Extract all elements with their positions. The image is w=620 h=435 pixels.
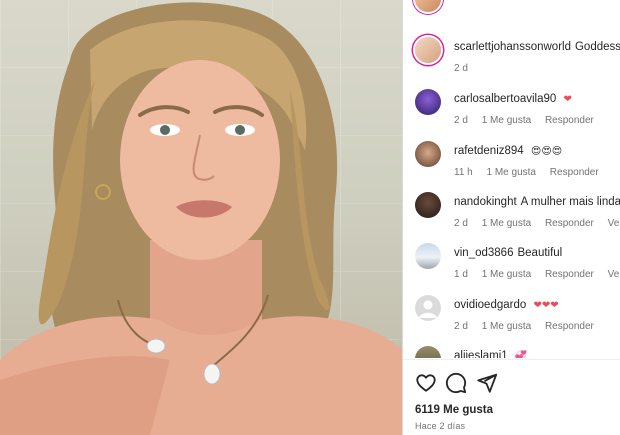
reply-button[interactable]: Responder [550,167,599,178]
avatar[interactable] [415,346,441,358]
comment-text: nandokinght A mulher mais linda [454,195,620,209]
comment-text: aliieslami1 💞 [454,349,527,358]
heart-emoji-icon: ❤❤❤ [533,300,559,311]
comment-time: 2 d [454,218,468,229]
comment-meta: 2 d 1 Me gusta Responder [454,115,605,126]
comment-username[interactable]: ovidioedgardo [454,299,526,311]
comment-meta: 2 d [454,63,479,74]
comment-time: 1 d [454,269,468,280]
comment-like-count[interactable]: 1 Me gusta [482,321,531,332]
section-divider [403,359,620,360]
comment-meta: 2 d 1 Me gusta Responder Ver trad [454,218,620,229]
reply-button[interactable]: Responder [545,218,594,229]
portrait-illustration [0,2,402,435]
comment-like-count[interactable]: 1 Me gusta [482,269,531,280]
reply-button[interactable]: Responder [545,269,594,280]
comment-item: vin_od3866 Beautiful 1 d 1 Me gusta Respo… [403,243,620,293]
comment-item: ovidioedgardo ❤❤❤ 2 d 1 Me gusta Respond… [403,295,620,345]
comment-text: vin_od3866 Beautiful [454,246,562,260]
post-time: Hace 2 días [415,421,466,431]
comment-meta: 11 h 1 Me gusta Responder [454,167,610,178]
comment-time: 11 h [454,167,473,178]
heart-eyes-emoji-icon: 😍😍😍 [530,146,563,157]
comment-username[interactable]: vin_od3866 [454,247,513,259]
comment-username[interactable]: carlosalbertoavila90 [454,93,556,105]
comment-like-count[interactable]: 1 Me gusta [487,167,536,178]
see-translation-button[interactable]: Ver trad [608,269,620,280]
avatar[interactable] [415,141,441,167]
comment-body: Goddess [574,41,620,53]
paper-plane-icon[interactable] [476,372,498,394]
avatar[interactable] [415,192,441,218]
two-hearts-emoji-icon: 💞 [514,351,528,358]
avatar[interactable] [415,243,441,269]
avatar[interactable] [415,89,441,115]
comment-username[interactable]: scarlettjohanssonworld [454,41,571,53]
comment-time: 2 d [454,115,468,126]
comment-item: aliieslami1 💞 [403,346,620,358]
comment-username[interactable]: rafetdeniz894 [454,145,524,157]
see-translation-button[interactable]: Ver trad [608,218,620,229]
comment-item: carlosalbertoavila90 ❤ 2 d 1 Me gusta Re… [403,89,620,139]
comment-text: rafetdeniz894 😍😍😍 [454,144,562,159]
heart-emoji-icon: ❤ [563,94,572,105]
reply-button[interactable]: Responder [545,115,594,126]
comment-username[interactable]: aliieslami1 [454,350,508,358]
comment-meta: 2 d 1 Me gusta Responder [454,321,605,332]
comment-body: A mulher mais linda [520,196,620,208]
comment-text: scarlettjohanssonworldGoddess ❤ [454,40,620,55]
comment-bubble-icon[interactable] [445,372,467,394]
avatar[interactable] [415,37,441,63]
comment-username[interactable]: nandokinght [454,196,517,208]
comment-meta: 1 d 1 Me gusta Responder Ver trad [454,269,620,280]
comment-text: carlosalbertoavila90 ❤ [454,92,572,107]
comment-item: scarlettjohanssonworldGoddess ❤ 2 d [403,37,620,87]
likes-count[interactable]: 6119 Me gusta [415,404,493,416]
heart-outline-icon[interactable] [415,372,437,394]
comment-like-count[interactable]: 1 Me gusta [482,115,531,126]
comment-body: Beautiful [517,247,563,259]
comment-like-count[interactable]: 1 Me gusta [482,218,531,229]
comment-item: nandokinght A mulher mais linda 2 d 1 Me … [403,192,620,242]
comments-panel: scarlettjohanssonworldGoddess ❤ 2 d carl… [403,0,620,435]
post-photo[interactable] [0,0,402,435]
default-avatar-icon[interactable] [415,295,441,321]
comments-list[interactable]: scarlettjohanssonworldGoddess ❤ 2 d carl… [403,0,620,358]
comment-item: rafetdeniz894 😍😍😍 11 h 1 Me gusta Respon… [403,141,620,191]
post-actions [403,368,620,396]
comment-text: ovidioedgardo ❤❤❤ [454,298,559,313]
comment-time: 2 d [454,321,468,332]
comment-time: 2 d [454,63,468,74]
reply-button[interactable]: Responder [545,321,594,332]
